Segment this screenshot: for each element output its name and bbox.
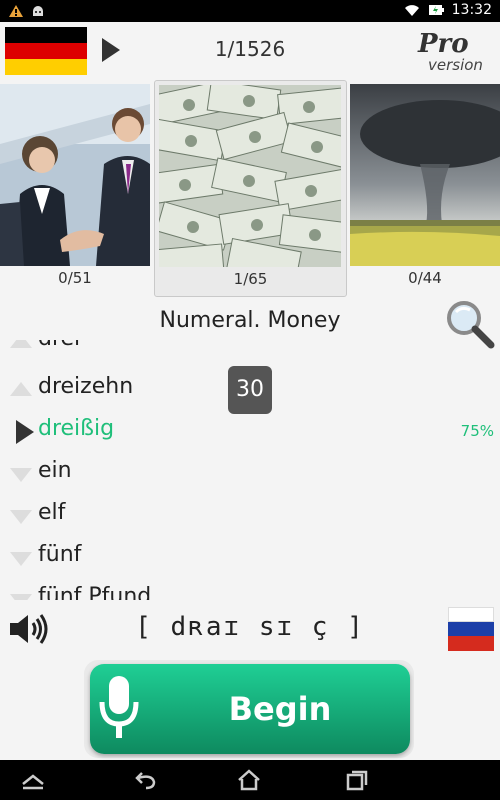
android-icon	[33, 6, 43, 16]
sort-up-icon	[10, 340, 32, 348]
word-label: ein	[38, 458, 72, 483]
category-strip[interactable]: 0/51 1/65 0/44	[0, 80, 500, 297]
list-item[interactable]: elf	[0, 494, 500, 536]
word-label: fünf	[38, 542, 82, 567]
category-count: 0/44	[408, 269, 442, 287]
list-item-active[interactable]: dreißig 75%	[0, 410, 500, 452]
microphone-icon[interactable]	[96, 672, 142, 744]
sort-down-icon	[10, 552, 32, 566]
sort-down-icon	[10, 468, 32, 482]
pro-version-logo: Pro version	[417, 29, 483, 74]
category-card-selected[interactable]: 1/65	[154, 80, 347, 297]
flag-russia-icon[interactable]	[448, 607, 494, 651]
play-arrow-icon[interactable]	[102, 38, 120, 62]
word-progress-percent: 75%	[460, 422, 494, 440]
transcription-text: [ dʀaɪ sɪ ç ]	[135, 612, 365, 642]
storm-field-image	[350, 84, 500, 266]
play-arrow-icon	[16, 420, 34, 444]
category-count: 0/51	[58, 269, 92, 287]
wifi-icon	[404, 5, 419, 16]
battery-charging-icon	[428, 5, 444, 15]
sort-down-icon	[10, 510, 32, 524]
header: 1/1526 Pro version	[0, 22, 500, 80]
svg-text:Pro: Pro	[417, 29, 469, 59]
sort-up-icon	[10, 382, 32, 396]
word-label: dreizehn	[38, 374, 134, 399]
sort-down-icon	[10, 594, 32, 600]
category-card[interactable]: 0/51	[0, 80, 150, 295]
dollar-bills-image	[159, 85, 341, 267]
word-label: drei	[38, 340, 80, 351]
list-item[interactable]: ein	[0, 452, 500, 494]
status-bar: 13:32	[0, 0, 500, 22]
category-card[interactable]: 0/44	[350, 80, 500, 295]
back-icon[interactable]	[132, 768, 158, 792]
category-count: 1/65	[233, 270, 268, 288]
category-title: Numeral. Money	[159, 308, 341, 333]
begin-button-label[interactable]: Begin	[200, 690, 360, 728]
business-handshake-image	[0, 84, 150, 266]
status-time: 13:32	[451, 2, 492, 18]
home-icon[interactable]	[236, 768, 262, 792]
flag-germany-icon[interactable]	[5, 27, 87, 75]
word-counter: 1/1526	[214, 37, 286, 61]
system-nav-bar	[0, 760, 500, 800]
svg-text:version: version	[428, 56, 483, 74]
recent-apps-chevron-icon[interactable]	[20, 768, 46, 792]
word-label: elf	[38, 500, 66, 525]
word-label: fünf Pfund	[38, 584, 152, 600]
word-label: dreißig	[38, 416, 115, 441]
alert-icon	[9, 5, 23, 17]
list-item[interactable]: fünf	[0, 536, 500, 578]
list-item[interactable]: fünf Pfund	[0, 578, 500, 600]
number-badge: 30	[228, 366, 272, 414]
list-item[interactable]: drei	[0, 340, 500, 362]
overview-icon[interactable]	[344, 768, 370, 792]
speaker-icon[interactable]	[8, 612, 50, 646]
